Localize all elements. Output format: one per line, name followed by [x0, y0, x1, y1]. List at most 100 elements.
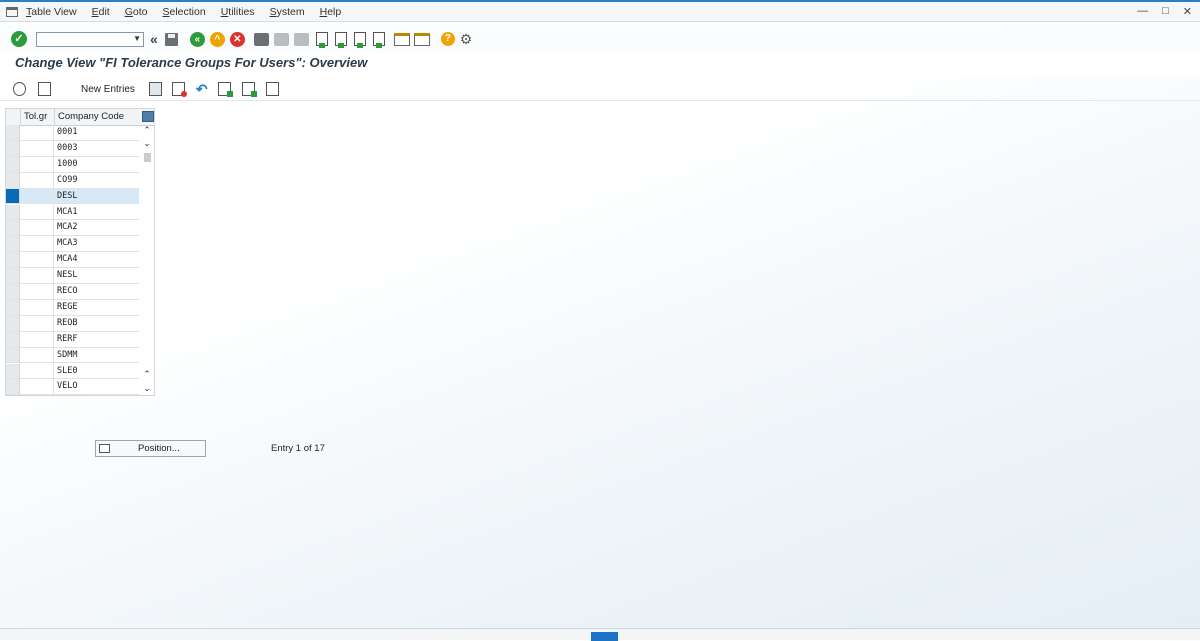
- table-row[interactable]: 0001: [6, 125, 139, 141]
- cell-company-code[interactable]: MCA1: [54, 205, 139, 220]
- exit-icon[interactable]: ^: [209, 31, 225, 47]
- cell-company-code[interactable]: VELO: [54, 379, 139, 394]
- cell-tol-gr[interactable]: [20, 236, 54, 252]
- page-down-icon[interactable]: ⌄: [141, 138, 153, 149]
- column-header-company-code[interactable]: Company Code: [55, 109, 141, 125]
- cell-company-code[interactable]: RECO: [54, 284, 139, 299]
- scrollbar-thumb[interactable]: [144, 153, 151, 162]
- cell-company-code[interactable]: 0003: [54, 141, 139, 156]
- row-selector[interactable]: [6, 140, 20, 156]
- menu-selection[interactable]: Selection: [162, 6, 205, 18]
- table-row[interactable]: NESL: [6, 268, 139, 284]
- row-selector[interactable]: [6, 172, 20, 188]
- menu-system[interactable]: System: [270, 6, 305, 18]
- row-selector[interactable]: [6, 347, 20, 363]
- table-row[interactable]: MCA2: [6, 220, 139, 237]
- cell-tol-gr[interactable]: [20, 363, 54, 379]
- row-selector[interactable]: [6, 315, 20, 331]
- scroll-up-icon[interactable]: ⌃: [141, 125, 153, 136]
- cell-tol-gr[interactable]: [20, 268, 54, 283]
- settings-icon[interactable]: ⚙: [460, 31, 473, 48]
- scroll-down-icon[interactable]: ⌄: [141, 383, 153, 394]
- cell-company-code[interactable]: 0001: [54, 125, 139, 140]
- row-selector[interactable]: [6, 236, 20, 252]
- cell-tol-gr[interactable]: [20, 284, 54, 299]
- display-change-icon[interactable]: [13, 82, 26, 96]
- cell-tol-gr[interactable]: [20, 220, 54, 236]
- cell-company-code[interactable]: RERF: [54, 332, 139, 347]
- shortcut-icon[interactable]: [413, 32, 430, 46]
- table-row[interactable]: MCA1: [6, 204, 139, 221]
- table-row[interactable]: SDMM: [6, 347, 139, 364]
- undo-icon[interactable]: ↶: [196, 81, 208, 98]
- copy-icon[interactable]: [148, 82, 162, 96]
- cell-tol-gr[interactable]: [20, 172, 54, 188]
- table-row[interactable]: 1000: [6, 156, 139, 173]
- collapse-icon[interactable]: «: [150, 31, 158, 47]
- cell-tol-gr[interactable]: [20, 252, 54, 268]
- cell-tol-gr[interactable]: [20, 204, 54, 220]
- table-row[interactable]: SLE0: [6, 363, 139, 380]
- help-icon[interactable]: ?: [440, 32, 455, 46]
- delete-icon[interactable]: [171, 82, 187, 97]
- table-row[interactable]: MCA4: [6, 252, 139, 269]
- select-all-icon[interactable]: [217, 82, 233, 97]
- row-selector[interactable]: [6, 331, 20, 347]
- table-row[interactable]: VELO: [6, 379, 139, 396]
- row-selector[interactable]: [6, 284, 20, 299]
- window-menu-icon[interactable]: [6, 6, 18, 17]
- close-icon[interactable]: ✕: [1183, 5, 1192, 18]
- row-selector[interactable]: [6, 156, 20, 172]
- cell-company-code[interactable]: MCA4: [54, 252, 139, 267]
- table-row[interactable]: 0003: [6, 140, 139, 157]
- cell-tol-gr[interactable]: [20, 299, 54, 315]
- table-row[interactable]: RECO: [6, 284, 139, 300]
- command-field[interactable]: ▼: [36, 31, 144, 47]
- cell-tol-gr[interactable]: [20, 379, 54, 395]
- cell-tol-gr[interactable]: [20, 347, 54, 363]
- new-session-icon[interactable]: [393, 32, 410, 46]
- cell-company-code[interactable]: MCA2: [54, 220, 139, 235]
- dropdown-icon[interactable]: ▼: [133, 34, 141, 43]
- row-selector[interactable]: [6, 252, 20, 268]
- vertical-scrollbar[interactable]: ⌃ ⌄ ⌃ ⌄: [141, 125, 153, 395]
- cell-company-code[interactable]: REOB: [54, 316, 139, 331]
- cell-tol-gr[interactable]: [20, 331, 54, 347]
- row-selector[interactable]: [6, 299, 20, 315]
- cell-company-code[interactable]: SDMM: [54, 348, 139, 363]
- previous-page-icon[interactable]: [334, 32, 347, 48]
- new-entries-button[interactable]: New Entries: [81, 84, 135, 95]
- select-block-icon[interactable]: [241, 82, 257, 97]
- minimize-icon[interactable]: —: [1137, 5, 1148, 18]
- command-input[interactable]: [37, 32, 131, 46]
- table-row[interactable]: RERF: [6, 331, 139, 348]
- menu-help[interactable]: Help: [320, 6, 342, 18]
- back-icon[interactable]: «: [189, 31, 205, 47]
- save-icon[interactable]: [164, 32, 178, 46]
- table-row[interactable]: CO99: [6, 172, 139, 189]
- cell-tol-gr[interactable]: [20, 188, 54, 204]
- cell-tol-gr[interactable]: [20, 156, 54, 172]
- deselect-all-icon[interactable]: [265, 82, 279, 96]
- cell-company-code[interactable]: CO99: [54, 173, 139, 188]
- table-row[interactable]: REGE: [6, 299, 139, 316]
- row-selector[interactable]: [6, 204, 20, 220]
- menu-goto[interactable]: Goto: [125, 6, 148, 18]
- cell-company-code[interactable]: NESL: [54, 268, 139, 283]
- cell-tol-gr[interactable]: [20, 140, 54, 156]
- table-row[interactable]: MCA3: [6, 236, 139, 253]
- cell-company-code[interactable]: MCA3: [54, 236, 139, 251]
- row-selector[interactable]: [6, 268, 20, 283]
- check-icon[interactable]: ✓: [11, 31, 27, 47]
- row-selector[interactable]: [6, 379, 20, 395]
- cell-company-code[interactable]: 1000: [54, 157, 139, 172]
- row-selector[interactable]: [6, 188, 20, 204]
- maximize-icon[interactable]: □: [1162, 5, 1169, 18]
- table-settings-icon[interactable]: [142, 111, 154, 122]
- cell-company-code[interactable]: SLE0: [54, 364, 139, 379]
- first-page-icon[interactable]: [315, 32, 328, 48]
- display-icon[interactable]: [38, 82, 51, 96]
- menu-utilities[interactable]: Utilities: [221, 6, 255, 18]
- cell-company-code[interactable]: DESL: [54, 188, 139, 204]
- table-row[interactable]: DESL: [6, 188, 139, 205]
